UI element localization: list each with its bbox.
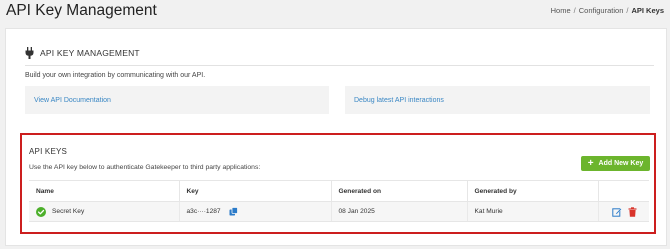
breadcrumb: Home / Configuration / API Keys — [551, 6, 664, 15]
breadcrumb-separator: / — [573, 6, 576, 15]
copy-icon[interactable] — [229, 207, 238, 216]
cell-generated-on: 08 Jan 2025 — [331, 201, 468, 222]
key-name: Secret Key — [52, 208, 85, 215]
view-api-documentation-link[interactable]: View API Documentation — [34, 97, 111, 104]
column-header-generated-by: Generated by — [467, 180, 599, 202]
table-row: Secret Key a3c····1287 08 Jan 2025 Kat M… — [29, 201, 649, 222]
trash-icon[interactable] — [628, 206, 637, 217]
check-circle-icon — [36, 206, 46, 217]
breadcrumb-separator: / — [626, 6, 629, 15]
debug-api-box: Debug latest API interactions — [345, 86, 650, 114]
column-header-actions — [598, 180, 649, 202]
api-keys-title: API KEYS — [29, 147, 68, 156]
debug-api-interactions-link[interactable]: Debug latest API interactions — [354, 97, 444, 104]
section-title: API KEY MANAGEMENT — [40, 48, 140, 58]
divider — [25, 65, 654, 66]
api-docs-box: View API Documentation — [25, 86, 329, 114]
plug-icon — [25, 47, 34, 59]
add-new-key-button[interactable]: + Add New Key — [581, 156, 650, 171]
breadcrumb-configuration[interactable]: Configuration — [579, 6, 624, 15]
plus-icon: + — [587, 157, 594, 169]
cell-actions — [598, 201, 649, 222]
api-keys-description: Use the API key below to authenticate Ga… — [29, 164, 261, 171]
column-header-name: Name — [29, 180, 180, 202]
column-header-key: Key — [179, 180, 332, 202]
table-header-row: Name Key Generated on Generated by — [29, 180, 649, 202]
add-new-key-label: Add New Key — [598, 160, 644, 167]
cell-generated-by: Kat Murie — [467, 201, 599, 222]
key-value: a3c····1287 — [186, 208, 221, 215]
api-management-card: API KEY MANAGEMENT Build your own integr… — [5, 28, 667, 246]
column-header-generated-on: Generated on — [331, 180, 468, 202]
api-keys-panel: API KEYS Use the API key below to authen… — [20, 133, 656, 234]
section-header: API KEY MANAGEMENT — [25, 46, 140, 60]
cell-name: Secret Key — [29, 201, 180, 222]
edit-icon[interactable] — [611, 207, 622, 217]
page-title: API Key Management — [6, 2, 157, 19]
intro-text: Build your own integration by communicat… — [25, 72, 206, 79]
api-keys-table: Name Key Generated on Generated by Secre… — [29, 180, 649, 222]
breadcrumb-home[interactable]: Home — [551, 6, 571, 15]
breadcrumb-api-keys: API Keys — [631, 6, 664, 15]
cell-key: a3c····1287 — [179, 201, 332, 222]
page-header: API Key Management Home / Configuration / AP… — [0, 0, 670, 26]
